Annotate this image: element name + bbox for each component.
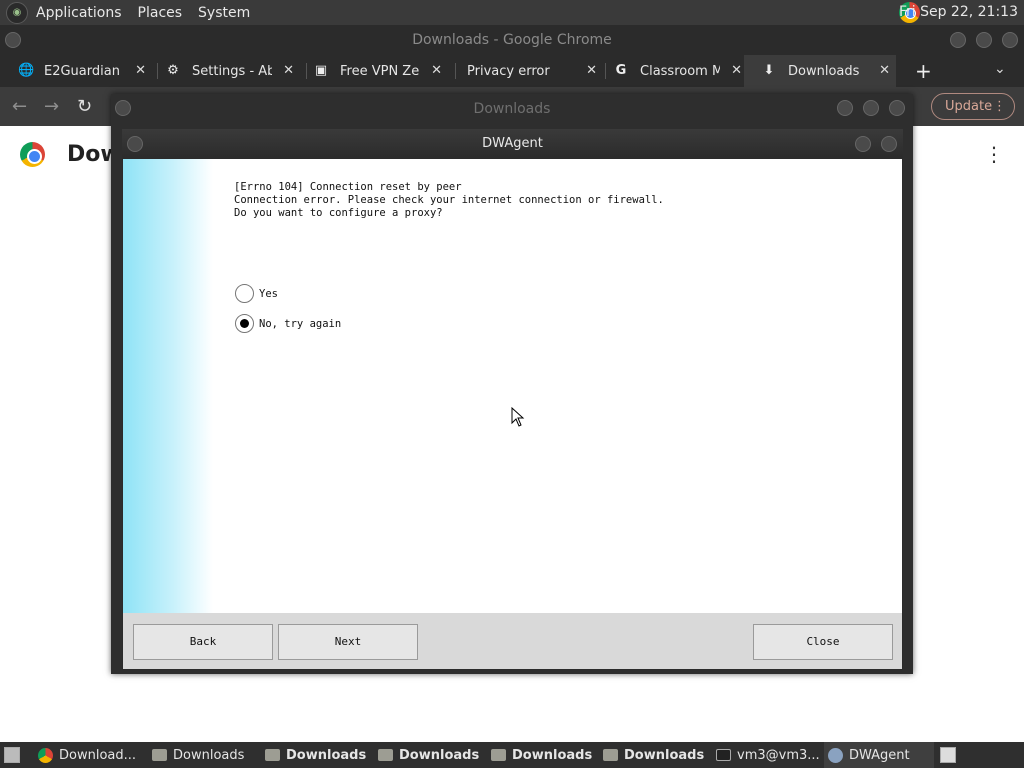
minimize-icon[interactable] xyxy=(950,32,966,48)
dwagent-icon xyxy=(828,747,843,763)
bottom-taskbar: Download... Downloads Downloads Download… xyxy=(0,742,1024,768)
back-button[interactable]: Back xyxy=(133,624,273,660)
message-line: [Errno 104] Connection reset by peer xyxy=(234,181,462,193)
taskbar-label: Downloads xyxy=(512,747,593,763)
vpn-icon: ▣ xyxy=(314,63,328,78)
tab-label: Free VPN Zen xyxy=(340,63,420,79)
tab-free-vpn[interactable]: ▣ Free VPN Zen ✕ xyxy=(296,55,448,87)
dwagent-button-bar: Back Next Close xyxy=(123,613,902,669)
taskbar-item-downloads[interactable]: Downloads xyxy=(265,742,366,768)
downloads-window-title: Downloads xyxy=(473,101,551,117)
page-menu-kebab-icon[interactable]: ⋮ xyxy=(984,142,1004,166)
window-menu-icon[interactable] xyxy=(127,136,143,152)
maximize-icon[interactable] xyxy=(855,136,871,152)
maximize-icon[interactable] xyxy=(863,100,879,116)
taskbar-label: Download... xyxy=(59,747,137,763)
next-button[interactable]: Next xyxy=(278,624,418,660)
dwagent-title: DWAgent xyxy=(122,129,903,159)
forward-arrow-icon[interactable]: → xyxy=(44,96,59,117)
tab-e2guardian[interactable]: 🌐 E2Guardian - A ✕ xyxy=(0,55,152,87)
tab-privacy-error[interactable]: Privacy error ✕ xyxy=(445,55,603,87)
close-button[interactable]: Close xyxy=(753,624,893,660)
globe-icon: 🌐 xyxy=(18,63,35,78)
tab-label: Downloads xyxy=(788,63,860,79)
show-desktop-icon[interactable] xyxy=(4,747,20,763)
option-yes[interactable]: Yes xyxy=(235,284,278,303)
radio-yes[interactable] xyxy=(235,284,254,303)
taskbar-item-downloads[interactable]: Downloads xyxy=(152,742,244,768)
google-icon: G xyxy=(615,63,627,78)
tab-close-icon[interactable]: ✕ xyxy=(731,63,742,78)
workspace-switcher-icon[interactable] xyxy=(940,747,956,763)
window-menu-icon[interactable] xyxy=(115,100,131,116)
taskbar-item-chrome[interactable]: Download... xyxy=(38,742,136,768)
chrome-icon xyxy=(38,747,53,763)
places-menu[interactable]: Places xyxy=(130,5,191,21)
side-gradient xyxy=(123,159,213,613)
taskbar-label: DWAgent xyxy=(849,747,910,763)
taskbar-item-downloads[interactable]: Downloads xyxy=(378,742,479,768)
tab-close-icon[interactable]: ✕ xyxy=(283,63,294,78)
system-menu[interactable]: System xyxy=(190,5,258,21)
taskbar-label: Downloads xyxy=(173,747,245,763)
taskbar-label: Downloads xyxy=(624,747,705,763)
new-tab-icon[interactable]: + xyxy=(915,59,932,83)
message-line: Connection error. Please check your inte… xyxy=(234,194,664,206)
top-panel: ◉ Applications Places System Fri Sep 22,… xyxy=(0,0,1024,25)
tab-label: Privacy error xyxy=(467,63,550,79)
folder-icon xyxy=(152,749,167,761)
error-message: [Errno 104] Connection reset by peer Conn… xyxy=(234,181,664,220)
download-icon: ⬇ xyxy=(763,63,775,78)
dwagent-dialog: DWAgent [Errno 104] Connection reset by … xyxy=(122,129,903,670)
minimize-icon[interactable] xyxy=(837,100,853,116)
tab-label: E2Guardian - A xyxy=(44,63,124,79)
folder-icon xyxy=(265,749,280,761)
chrome-logo-icon xyxy=(20,142,45,167)
tab-close-icon[interactable]: ✕ xyxy=(879,63,890,78)
folder-icon xyxy=(603,749,618,761)
tab-classroom[interactable]: G Classroom Ma ✕ xyxy=(596,55,748,87)
folder-icon xyxy=(378,749,393,761)
maximize-icon[interactable] xyxy=(976,32,992,48)
chrome-window-title: Downloads - Google Chrome xyxy=(412,32,612,48)
tab-label: Settings - Abo xyxy=(192,63,272,79)
gear-icon: ⚙ xyxy=(167,63,179,78)
radio-yes-label[interactable]: Yes xyxy=(259,288,278,300)
tab-label: Classroom Ma xyxy=(640,63,720,79)
update-button-label: Update xyxy=(945,99,993,114)
taskbar-item-terminal[interactable]: vm3@vm3... xyxy=(716,742,820,768)
update-button[interactable]: Update ⋮ xyxy=(931,93,1015,120)
taskbar-label: Downloads xyxy=(286,747,367,763)
option-no-try-again[interactable]: No, try again xyxy=(235,314,341,333)
terminal-icon xyxy=(716,749,731,761)
close-icon[interactable] xyxy=(881,136,897,152)
tab-close-icon[interactable]: ✕ xyxy=(135,63,146,78)
chrome-window-titlebar: Downloads - Google Chrome xyxy=(0,25,1024,55)
message-line: Do you want to configure a proxy? xyxy=(234,207,443,219)
window-menu-icon[interactable] xyxy=(5,32,21,48)
folder-icon xyxy=(491,749,506,761)
radio-no-try-again[interactable] xyxy=(235,314,254,333)
taskbar-item-dwagent[interactable]: DWAgent xyxy=(824,742,934,768)
reload-icon[interactable]: ↻ xyxy=(77,96,92,117)
dwagent-content: [Errno 104] Connection reset by peer Conn… xyxy=(123,159,902,613)
tab-settings[interactable]: ⚙ Settings - Abo ✕ xyxy=(148,55,300,87)
tab-strip: 🌐 E2Guardian - A ✕ ⚙ Settings - Abo ✕ ▣ … xyxy=(0,55,1024,87)
chrome-menu-kebab-icon[interactable]: ⋮ xyxy=(993,94,1006,119)
back-arrow-icon[interactable]: ← xyxy=(12,96,27,117)
tab-search-chevron-icon[interactable]: ⌄ xyxy=(994,61,1006,77)
tab-close-icon[interactable]: ✕ xyxy=(431,63,442,78)
mouse-cursor-icon xyxy=(511,407,525,427)
taskbar-label: vm3@vm3... xyxy=(737,747,820,763)
applications-menu[interactable]: Applications xyxy=(28,5,130,21)
close-icon[interactable] xyxy=(889,100,905,116)
close-icon[interactable] xyxy=(1002,32,1018,48)
clock[interactable]: Fri Sep 22, 21:13 xyxy=(899,4,1018,20)
distro-logo-icon[interactable]: ◉ xyxy=(6,1,28,24)
taskbar-item-downloads[interactable]: Downloads xyxy=(491,742,592,768)
radio-no-try-again-label[interactable]: No, try again xyxy=(259,318,341,330)
tab-downloads[interactable]: ⬇ Downloads ✕ xyxy=(744,55,896,87)
taskbar-item-downloads[interactable]: Downloads xyxy=(603,742,704,768)
taskbar-label: Downloads xyxy=(399,747,480,763)
